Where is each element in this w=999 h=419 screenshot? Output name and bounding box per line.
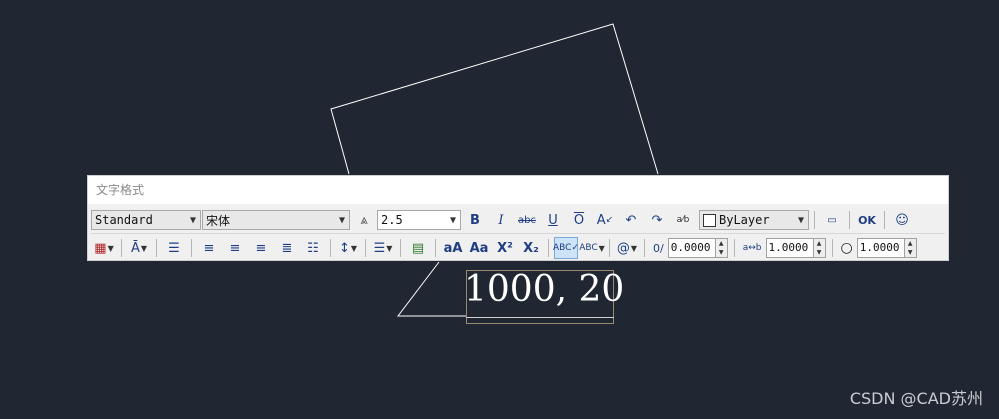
- italic-icon[interactable]: I: [489, 209, 513, 231]
- align-center-icon[interactable]: ≡: [223, 237, 247, 259]
- oblique-spin-buttons[interactable]: ▲ ▼: [715, 238, 728, 258]
- subscript-icon[interactable]: X₂: [519, 237, 543, 259]
- redo-icon[interactable]: ↷: [645, 209, 669, 231]
- underline-icon[interactable]: U: [541, 209, 565, 231]
- separator: [330, 239, 331, 257]
- width-factor-stepper[interactable]: 1.0000 ▲ ▼: [856, 238, 917, 258]
- width-spin-buttons[interactable]: ▲ ▼: [904, 238, 917, 258]
- oblique-angle-input[interactable]: 0.0000: [667, 238, 716, 258]
- text-height-value: 2.5: [381, 213, 403, 227]
- oblique-icon: 0/: [653, 241, 664, 255]
- insert-field-icon[interactable]: ▤: [406, 237, 430, 259]
- width-factor-icon: ○: [840, 240, 853, 256]
- separator: [156, 239, 157, 257]
- column-icon[interactable]: ▦ ▼: [92, 237, 116, 259]
- separator: [733, 239, 735, 257]
- separator: [191, 239, 192, 257]
- spin-up-icon[interactable]: ▲: [716, 239, 727, 248]
- stack-icon[interactable]: a⁄b: [671, 209, 695, 231]
- oblique-angle-stepper[interactable]: 0.0000 ▲ ▼: [667, 238, 728, 258]
- bold-icon[interactable]: B: [463, 209, 487, 231]
- toolbar-row-2: ▦ ▼ Ā ▼ ☰ ≡ ≡ ≡ ≣ ☷ ↕ ▼ ☰ ▼ ▤ aA Aa X² X₂ AB…: [91, 236, 919, 260]
- spin-down-icon[interactable]: ▼: [814, 248, 825, 257]
- align-left-icon[interactable]: ≡: [197, 237, 221, 259]
- chevron-down-icon[interactable]: ▼: [794, 215, 808, 226]
- spin-down-icon[interactable]: ▼: [716, 248, 727, 257]
- font-select[interactable]: 宋体 ▼: [202, 210, 350, 230]
- separator: [400, 239, 401, 257]
- text-style-value: Standard: [95, 213, 153, 227]
- toolbar-row-1: Standard ▼ 宋体 ▼ ⩓ 2.5 ▼ B I abc U O A ↙ ↶…: [91, 208, 915, 232]
- separator: [548, 239, 549, 257]
- color-value: ByLayer: [719, 213, 770, 227]
- tracking-spin-buttons[interactable]: ▲ ▼: [813, 238, 826, 258]
- text-style-select[interactable]: Standard ▼: [91, 210, 201, 230]
- color-swatch: [703, 213, 716, 227]
- text-baseline: [466, 317, 614, 318]
- tracking-icon: a↔b: [742, 243, 762, 253]
- chevron-down-icon[interactable]: ▼: [335, 215, 349, 226]
- mtext-content[interactable]: 1000, 20: [464, 266, 624, 314]
- separator: [849, 211, 850, 229]
- font-value: 宋体: [206, 213, 231, 228]
- line-spacing-icon[interactable]: ↕ ▼: [336, 237, 360, 259]
- toolbar-title[interactable]: 文字格式: [88, 176, 948, 204]
- ok-button[interactable]: OK: [855, 209, 879, 231]
- watermark: CSDN @CAD苏州: [849, 389, 983, 408]
- chevron-down-icon[interactable]: ▼: [186, 215, 200, 226]
- strikethrough-icon[interactable]: abc: [515, 209, 539, 231]
- spin-up-icon[interactable]: ▲: [905, 239, 916, 248]
- drawn-polyline[interactable]: [330, 23, 659, 175]
- row-divider: [91, 233, 945, 234]
- tracking-input[interactable]: 1.0000: [765, 238, 814, 258]
- font-color-icon[interactable]: A ↙: [593, 209, 617, 231]
- separator: [884, 211, 885, 229]
- separator: [365, 239, 366, 257]
- drawn-polyline-lower[interactable]: [396, 261, 466, 317]
- separator: [814, 211, 815, 229]
- undo-icon[interactable]: ↶: [619, 209, 643, 231]
- tracking-stepper[interactable]: 1.0000 ▲ ▼: [765, 238, 826, 258]
- spell-settings-icon[interactable]: ABC ▼: [579, 237, 605, 259]
- separator: [609, 239, 610, 257]
- separator: [831, 239, 833, 257]
- text-height-icon: ⩓: [360, 212, 368, 228]
- distribute-icon[interactable]: ☷: [301, 237, 325, 259]
- text-height-select[interactable]: 2.5 ▼: [377, 210, 461, 230]
- ruler-icon[interactable]: ▭: [820, 209, 844, 231]
- spell-check-icon[interactable]: ABC✓: [553, 237, 579, 259]
- width-factor-input[interactable]: 1.0000: [856, 238, 905, 258]
- superscript-icon[interactable]: X²: [493, 237, 517, 259]
- align-right-icon[interactable]: ≡: [249, 237, 273, 259]
- overline-icon[interactable]: O: [567, 209, 591, 231]
- text-format-toolbar[interactable]: 文字格式 Standard ▼ 宋体 ▼ ⩓ 2.5 ▼ B I abc U O…: [87, 175, 949, 261]
- spin-up-icon[interactable]: ▲: [814, 239, 825, 248]
- symbol-icon[interactable]: @ ▼: [615, 237, 639, 259]
- color-select[interactable]: ByLayer ▼: [699, 210, 809, 230]
- lowercase-icon[interactable]: Aa: [467, 237, 491, 259]
- separator: [644, 239, 645, 257]
- spin-down-icon[interactable]: ▼: [905, 248, 916, 257]
- options-icon[interactable]: ☺: [890, 209, 914, 231]
- uppercase-icon[interactable]: aA: [441, 237, 465, 259]
- mtext-justify-icon[interactable]: Ā ▼: [127, 237, 151, 259]
- paragraph-icon[interactable]: ☰: [162, 237, 186, 259]
- chevron-down-icon[interactable]: ▼: [446, 215, 460, 226]
- separator: [435, 239, 436, 257]
- separator: [121, 239, 122, 257]
- justify-icon[interactable]: ≣: [275, 237, 299, 259]
- numbering-icon[interactable]: ☰ ▼: [371, 237, 395, 259]
